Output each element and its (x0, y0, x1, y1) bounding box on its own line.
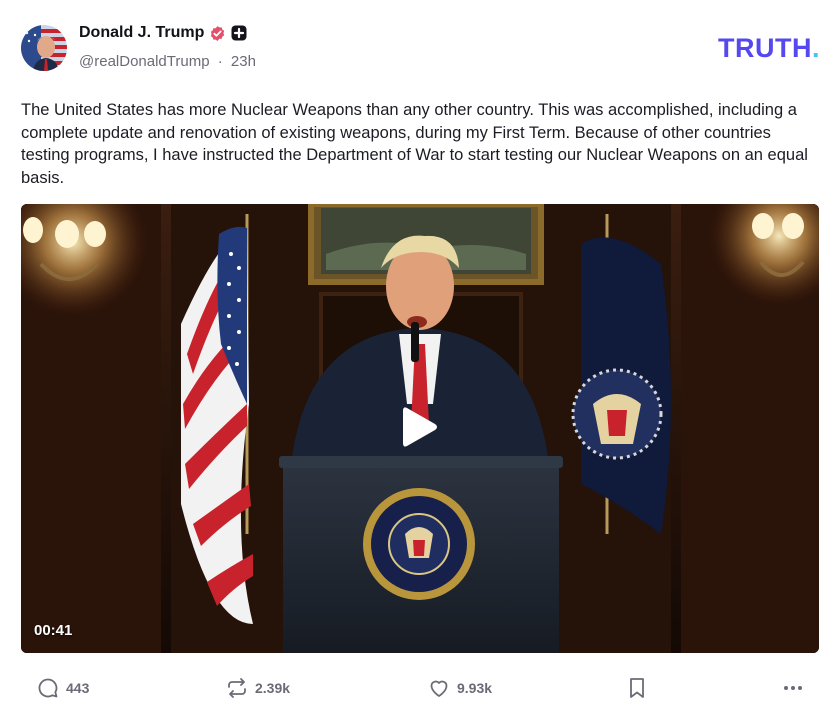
heart-icon (430, 680, 448, 697)
logo-dot: . (811, 33, 820, 63)
bookmark-button[interactable] (626, 672, 648, 704)
post-text: The United States has more Nuclear Weapo… (21, 101, 808, 187)
post-timestamp[interactable]: 23h (231, 53, 256, 70)
author-display-name[interactable]: Donald J. Trump (79, 24, 204, 42)
author-name-row: Donald J. Trump (79, 24, 247, 42)
reply-count: 443 (66, 680, 90, 696)
retruth-count: 2.39k (255, 680, 291, 696)
meta-separator: · (217, 53, 223, 70)
post-action-bar: 443 2.39k 9.93k (0, 672, 840, 704)
bookmark-icon (630, 678, 644, 698)
logo-text: TRUTH (718, 33, 812, 63)
like-button[interactable]: 9.93k (427, 672, 492, 704)
truth-post: Donald J. Trump @realDonaldTrump · 23h T… (0, 0, 840, 726)
video-duration: 00:41 (34, 622, 73, 639)
like-count: 9.93k (457, 680, 493, 696)
author-handle[interactable]: @realDonaldTrump (79, 53, 210, 70)
more-options-button[interactable] (781, 672, 805, 704)
comment-bubble-icon (38, 678, 58, 698)
retruth-button[interactable]: 2.39k (225, 672, 290, 704)
repost-arrows-icon (228, 678, 246, 698)
plus-badge-icon (231, 25, 247, 41)
avatar[interactable] (21, 25, 67, 71)
more-dots-icon (784, 686, 802, 690)
verified-badge-icon (209, 25, 226, 42)
play-icon[interactable] (399, 402, 441, 452)
reply-button[interactable]: 443 (36, 672, 89, 704)
truth-social-logo[interactable]: TRUTH. (718, 33, 820, 64)
video-player[interactable]: 00:41 (21, 204, 819, 653)
author-meta: @realDonaldTrump · 23h (79, 53, 256, 70)
